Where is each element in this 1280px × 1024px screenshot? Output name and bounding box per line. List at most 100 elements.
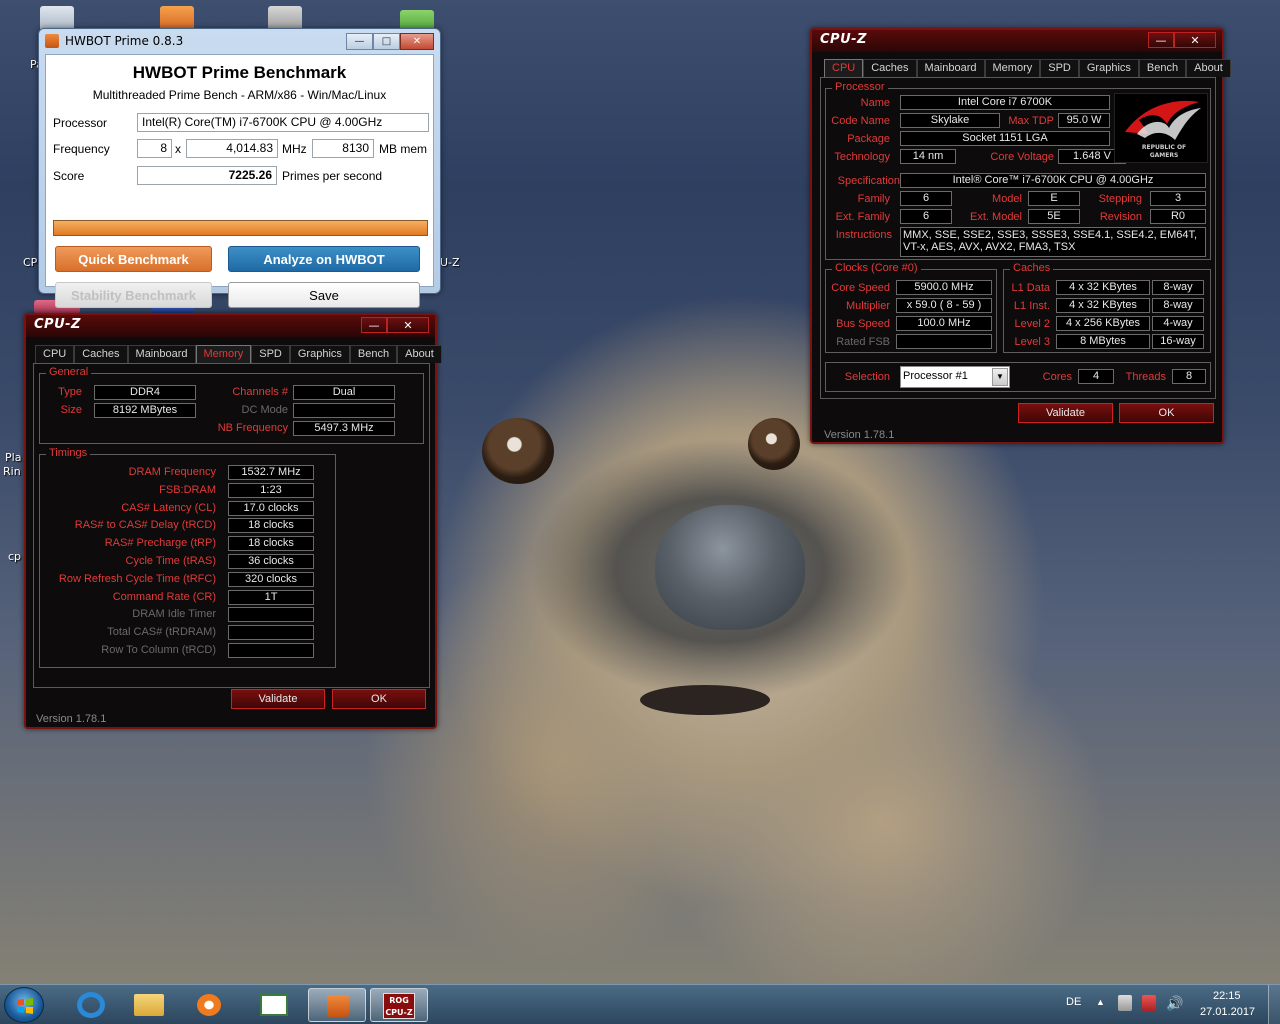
timing-value <box>228 607 314 623</box>
version-label: Version 1.78.1 <box>824 429 895 441</box>
hwbot-window[interactable]: HWBOT Prime 0.8.3 — □ ✕ HWBOT Prime Benc… <box>38 28 441 308</box>
flag-icon[interactable] <box>1142 995 1156 1011</box>
show-desktop-button[interactable] <box>1268 985 1280 1024</box>
validate-button[interactable]: Validate <box>1018 403 1113 423</box>
nb-frequency-label: NB Frequency <box>217 422 288 434</box>
ok-button[interactable]: OK <box>1119 403 1214 423</box>
times-sign: x <box>175 142 181 156</box>
max-tdp-value: 95.0 W <box>1058 113 1110 128</box>
clock-date[interactable]: 27.01.2017 <box>1200 1006 1255 1018</box>
validate-button[interactable]: Validate <box>231 689 325 709</box>
file-explorer-icon[interactable] <box>120 988 178 1022</box>
timing-value: 18 clocks <box>228 536 314 552</box>
analyze-on-hwbot-button[interactable]: Analyze on HWBOT <box>228 246 420 272</box>
folder-shape <box>134 994 164 1016</box>
processor-group: Processor Name Intel Core i7 6700K Code … <box>825 81 1211 260</box>
tab-cpu[interactable]: CPU <box>35 345 75 363</box>
show-hidden-icons[interactable]: ▲ <box>1096 997 1105 1007</box>
java-taskbar-icon[interactable] <box>308 988 366 1022</box>
score-field[interactable]: 7225.26 <box>137 166 277 185</box>
cpuz-memory-window[interactable]: CPU-Z — ✕ CPU Caches Mainboard Memory SP… <box>24 313 442 729</box>
frequency-field[interactable]: 4,014.83 <box>186 139 278 158</box>
cpuz-taskbar-icon[interactable]: ROG CPU-Z <box>370 988 428 1022</box>
tab-about[interactable]: About <box>1186 59 1231 77</box>
timing-value: 1532.7 MHz <box>228 465 314 480</box>
tab-memory[interactable]: Memory <box>195 345 252 363</box>
tab-memory[interactable]: Memory <box>984 59 1041 77</box>
cpuz-titlebar[interactable]: CPU-Z — ✕ <box>812 30 1222 52</box>
cpuz-title: CPU-Z <box>34 317 81 332</box>
language-indicator[interactable]: DE <box>1066 996 1081 1008</box>
core-voltage-label: Core Voltage <box>990 151 1054 163</box>
wallpaper-dog-left-eye <box>482 418 554 484</box>
network-icon[interactable] <box>1118 995 1132 1011</box>
tab-spd[interactable]: SPD <box>1040 59 1079 77</box>
clocks-group: Clocks (Core #0) Core Speed 5900.0 MHz M… <box>825 262 997 353</box>
score-unit: Primes per second <box>282 169 383 183</box>
family-label: Family <box>857 193 890 205</box>
tab-bench[interactable]: Bench <box>349 345 398 363</box>
save-button[interactable]: Save <box>228 282 420 308</box>
media-player-icon[interactable] <box>180 988 238 1022</box>
cache-associativity: 4-way <box>1152 316 1204 331</box>
timing-value: 18 clocks <box>228 518 314 534</box>
chevron-down-icon[interactable]: ▼ <box>992 368 1008 386</box>
tab-mainboard[interactable]: Mainboard <box>127 345 196 363</box>
ie-logo <box>77 992 105 1018</box>
quick-benchmark-button[interactable]: Quick Benchmark <box>55 246 212 272</box>
wallpaper-dog-mouth <box>640 685 770 715</box>
desktop-icon-label: cp <box>8 550 22 563</box>
selection-label: Selection <box>844 371 890 383</box>
threads-value: 8 <box>1172 369 1206 384</box>
dc-mode-value <box>293 403 395 418</box>
model-label: Model <box>992 193 1022 205</box>
instructions-label: Instructions <box>835 229 892 241</box>
cpuz-cpu-window[interactable]: CPU-Z — ✕ CPU Caches Mainboard Memory SP… <box>810 28 1231 444</box>
tab-graphics[interactable]: Graphics <box>1078 59 1139 77</box>
tab-cpu[interactable]: CPU <box>824 59 864 77</box>
app-window-icon[interactable] <box>244 988 302 1022</box>
ext-model-value: 5E <box>1028 209 1080 224</box>
close-button[interactable]: ✕ <box>387 317 429 333</box>
volume-icon[interactable]: 🔊 <box>1166 995 1183 1012</box>
tab-spd[interactable]: SPD <box>251 345 290 363</box>
tab-about[interactable]: About <box>397 345 442 363</box>
technology-value: 14 nm <box>900 149 956 164</box>
tab-caches[interactable]: Caches <box>74 345 128 363</box>
bus-speed-label: Bus Speed <box>836 318 890 330</box>
maximize-button[interactable]: □ <box>373 33 400 50</box>
tab-graphics[interactable]: Graphics <box>289 345 350 363</box>
timings-group: Timings DRAM Frequency 1532.7 MHz FSB:DRAM… <box>39 447 336 668</box>
core-speed-label: Core Speed <box>831 282 890 294</box>
tab-caches[interactable]: Caches <box>863 59 917 77</box>
close-button[interactable]: ✕ <box>1174 32 1216 48</box>
cpuz-titlebar[interactable]: CPU-Z — ✕ <box>26 315 435 337</box>
specification-value: Intel® Core™ i7-6700K CPU @ 4.00GHz <box>900 173 1206 188</box>
selection-dropdown[interactable]: Processor #1 ▼ <box>900 366 1010 388</box>
selection-group: Selection Processor #1 ▼ Cores 4 Threads… <box>825 362 1211 392</box>
close-button[interactable]: ✕ <box>400 33 434 50</box>
desktop-icon-label: CP <box>23 256 38 269</box>
group-title: Timings <box>46 447 91 459</box>
start-button[interactable] <box>4 987 44 1023</box>
tab-bench[interactable]: Bench <box>1138 59 1187 77</box>
multiplier-field[interactable]: 8 <box>137 139 172 158</box>
memory-field[interactable]: 8130 <box>312 139 374 158</box>
minimize-button[interactable]: — <box>1148 32 1174 48</box>
timing-label: RAS# to CAS# Delay (tRCD) <box>74 519 216 532</box>
tab-mainboard[interactable]: Mainboard <box>916 59 985 77</box>
internet-explorer-icon[interactable] <box>62 988 120 1022</box>
package-value: Socket 1151 LGA <box>900 131 1110 146</box>
minimize-button[interactable]: — <box>361 317 387 333</box>
caption-buttons: — ✕ <box>1148 32 1216 48</box>
core-speed-value: 5900.0 MHz <box>896 280 992 295</box>
caption-buttons: — ✕ <box>361 317 429 333</box>
group-title: General <box>46 366 92 378</box>
rated-fsb-value <box>896 334 992 349</box>
processor-field[interactable]: Intel(R) Core(TM) i7-6700K CPU @ 4.00GHz <box>137 113 429 132</box>
timing-label: FSB:DRAM <box>159 483 216 496</box>
ok-button[interactable]: OK <box>332 689 426 709</box>
clock-time[interactable]: 22:15 <box>1213 990 1241 1002</box>
cache-label: L1 Data <box>1011 282 1050 294</box>
minimize-button[interactable]: — <box>346 33 373 50</box>
